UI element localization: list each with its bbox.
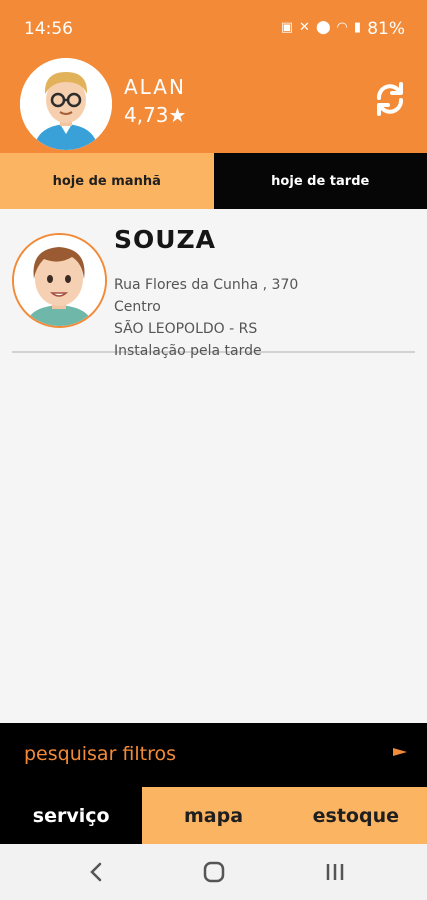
user-rating: 4,73★ (124, 103, 187, 127)
status-icons: ▣ ✕ ⬤ ◠ ▮ (281, 20, 361, 35)
mute-icon: ✕ (299, 20, 310, 35)
arrow-right-icon[interactable] (393, 744, 407, 760)
signal-icon: ▮ (353, 20, 361, 35)
bottom-tabs: serviço mapa estoque (0, 787, 427, 844)
status-time: 14:56 (24, 19, 73, 39)
notification-icon: ▣ (280, 20, 294, 35)
user-name: ALAN (124, 75, 186, 99)
user-avatar[interactable] (20, 58, 112, 150)
service-card[interactable]: SOUZA Rua Flores da Cunha , 370 Centro S… (12, 225, 415, 359)
client-avatar (12, 233, 107, 328)
tab-afternoon[interactable]: hoje de tarde (213, 153, 427, 209)
home-icon[interactable] (200, 860, 228, 884)
system-nav-bar (0, 844, 427, 900)
tab-servico[interactable]: serviço (0, 787, 143, 844)
refresh-icon[interactable] (371, 80, 409, 118)
tab-mapa[interactable]: mapa (142, 787, 285, 844)
tab-morning[interactable]: hoje de manhã (0, 153, 214, 209)
service-list: SOUZA Rua Flores da Cunha , 370 Centro S… (0, 209, 427, 723)
filter-label: pesquisar filtros (24, 743, 177, 765)
filter-search-bar[interactable]: pesquisar filtros (0, 723, 427, 787)
recents-icon[interactable] (321, 860, 349, 884)
client-city: SÃO LEOPOLDO - RS (114, 321, 258, 337)
day-tabs: hoje de manhã hoje de tarde (0, 153, 427, 209)
wifi-icon: ◠ (336, 20, 348, 35)
tab-estoque[interactable]: estoque (284, 787, 427, 844)
profile-header: ALAN 4,73★ (0, 58, 427, 153)
client-name: SOUZA (114, 225, 217, 254)
back-icon[interactable] (82, 860, 110, 884)
battery-level: 81% (367, 19, 405, 39)
location-icon: ⬤ (315, 20, 331, 35)
client-address: Rua Flores da Cunha , 370 (114, 277, 299, 293)
client-district: Centro (114, 299, 161, 315)
service-note: Instalação pela tarde (114, 343, 262, 359)
status-bar: 14:56 ▣ ✕ ⬤ ◠ ▮ 81% (0, 0, 427, 58)
